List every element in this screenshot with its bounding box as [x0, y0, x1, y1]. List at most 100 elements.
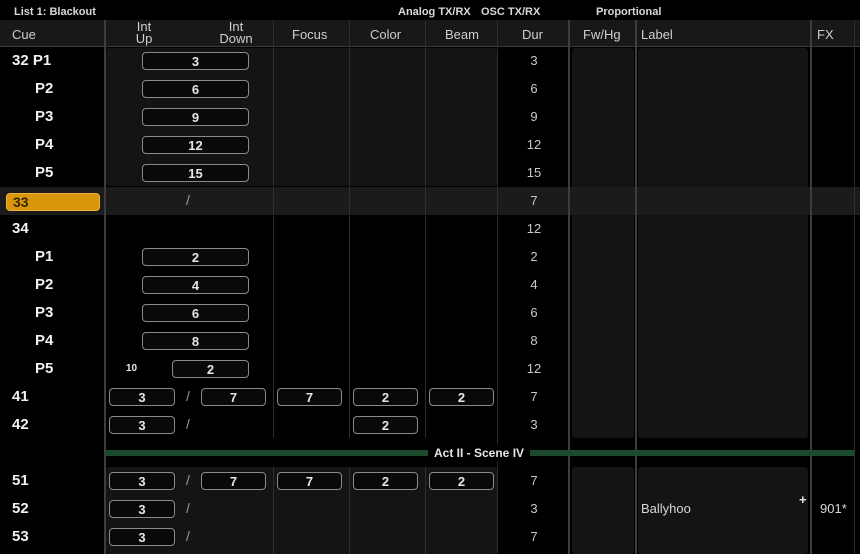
separator-label — [635, 20, 637, 554]
cue-number[interactable]: P3 — [35, 108, 53, 125]
focus-time[interactable]: 7 — [277, 472, 342, 490]
header-int-down-line2: Down — [219, 31, 253, 46]
duration-value[interactable]: 7 — [497, 473, 571, 488]
focus-time[interactable]: 7 — [277, 388, 342, 406]
color-time[interactable]: 2 — [353, 472, 418, 490]
cue-number[interactable]: P5 — [35, 360, 53, 377]
header-fx[interactable]: FX — [817, 27, 834, 42]
int-separator-slash: / — [186, 472, 190, 488]
duration-value[interactable]: 7 — [497, 389, 571, 404]
cue-label[interactable]: Ballyhoo — [641, 501, 691, 516]
cue-number[interactable]: 53 — [12, 528, 29, 545]
header-label[interactable]: Label — [641, 27, 673, 42]
duration-value[interactable]: 15 — [497, 165, 571, 180]
separator-color-lower — [349, 467, 350, 554]
header-focus[interactable]: Focus — [292, 27, 327, 42]
int-up-time[interactable]: 15 — [142, 164, 249, 182]
duration-value[interactable]: 12 — [497, 137, 571, 152]
header-color[interactable]: Color — [370, 27, 401, 42]
int-separator-slash: / — [186, 416, 190, 432]
duration-value[interactable]: 6 — [497, 81, 571, 96]
duration-value[interactable]: 3 — [497, 417, 571, 432]
duration-value[interactable]: 9 — [497, 109, 571, 124]
header-dur[interactable]: Dur — [522, 27, 543, 42]
beam-time[interactable]: 2 — [429, 388, 494, 406]
cue-number[interactable]: 42 — [12, 416, 29, 433]
header-int-up[interactable]: Int Up — [134, 20, 154, 46]
separator-beam — [425, 20, 426, 438]
cue-number[interactable]: P1 — [35, 248, 53, 265]
header-cue[interactable]: Cue — [12, 27, 36, 42]
duration-value[interactable]: 4 — [497, 277, 571, 292]
list-title: List 1: Blackout — [14, 6, 96, 18]
int-up-time[interactable]: 4 — [142, 276, 249, 294]
separator-color — [349, 20, 350, 438]
cue-number[interactable]: 52 — [12, 500, 29, 517]
color-time[interactable]: 2 — [353, 388, 418, 406]
int-down-time[interactable]: 7 — [201, 472, 266, 490]
int-separator-slash: / — [186, 500, 190, 516]
label-panel — [638, 48, 808, 438]
header-fwhg[interactable]: Fw/Hg — [583, 27, 621, 42]
header-beam[interactable]: Beam — [445, 27, 479, 42]
duration-value[interactable]: 7 — [497, 193, 571, 208]
cue-number[interactable]: P2 — [35, 276, 53, 293]
fx-value[interactable]: 901* — [820, 501, 847, 516]
scene-divider-label: Act II - Scene IV — [428, 444, 531, 462]
separator-focus — [273, 20, 274, 438]
int-up-time[interactable]: 6 — [142, 304, 249, 322]
cue-number[interactable]: P4 — [35, 332, 53, 349]
int-up-time[interactable]: 3 — [109, 388, 175, 406]
int-up-time[interactable]: 3 — [109, 500, 175, 518]
int-up-time[interactable]: 3 — [142, 52, 249, 70]
duration-value[interactable]: 12 — [497, 361, 571, 376]
int-up-time[interactable]: 3 — [109, 472, 175, 490]
selected-row-highlight — [0, 187, 860, 215]
cue-number[interactable]: P2 — [35, 80, 53, 97]
int-up-time[interactable]: 9 — [142, 108, 249, 126]
label-plus-icon: + — [799, 492, 807, 507]
cue-number[interactable]: 34 — [12, 220, 29, 237]
fwhg-panel — [572, 48, 634, 438]
int-up-time[interactable]: 3 — [109, 528, 175, 546]
int-up-time[interactable]: 6 — [142, 80, 249, 98]
duration-value[interactable]: 3 — [497, 53, 571, 68]
duration-value[interactable]: 7 — [497, 529, 571, 544]
cue-number[interactable]: P5 — [35, 164, 53, 181]
analog-status: Analog TX/RX — [398, 6, 471, 18]
beam-time[interactable]: 2 — [429, 472, 494, 490]
duration-value[interactable]: 12 — [497, 221, 571, 236]
header-int-down[interactable]: Int Down — [218, 20, 254, 46]
int-separator-slash: / — [186, 528, 190, 544]
cue-number[interactable]: P3 — [35, 304, 53, 321]
separator-cue — [104, 20, 106, 554]
int-down-time[interactable]: 7 — [201, 388, 266, 406]
selected-cue-badge[interactable]: 33 — [6, 193, 100, 211]
separator-fx — [810, 20, 812, 554]
int-up-delay: 10 — [126, 363, 138, 374]
int-up-time[interactable]: 3 — [109, 416, 175, 434]
cue-number[interactable]: 32 P1 — [12, 52, 51, 69]
osc-status: OSC TX/RX — [481, 6, 541, 18]
fwhg-panel-lower — [572, 467, 634, 554]
cue-number[interactable]: 51 — [12, 472, 29, 489]
int-separator-slash: / — [186, 388, 190, 404]
int-up-time[interactable]: 2 — [172, 360, 249, 378]
duration-value[interactable]: 2 — [497, 249, 571, 264]
int-up-time[interactable]: 8 — [142, 332, 249, 350]
separator-beam-lower — [425, 467, 426, 554]
int-up-time[interactable]: 12 — [142, 136, 249, 154]
color-time[interactable]: 2 — [353, 416, 418, 434]
duration-value[interactable]: 6 — [497, 305, 571, 320]
timing-mode: Proportional — [596, 6, 662, 18]
cue-number[interactable]: 41 — [12, 388, 29, 405]
separator-focus-lower — [273, 467, 274, 554]
int-separator-slash: / — [186, 192, 190, 208]
header-int-up-line2: Up — [135, 31, 153, 46]
separator-end — [854, 20, 855, 554]
column-header-row — [0, 20, 860, 47]
duration-value[interactable]: 8 — [497, 333, 571, 348]
cue-number[interactable]: P4 — [35, 136, 53, 153]
int-up-time[interactable]: 2 — [142, 248, 249, 266]
duration-value[interactable]: 3 — [497, 501, 571, 516]
